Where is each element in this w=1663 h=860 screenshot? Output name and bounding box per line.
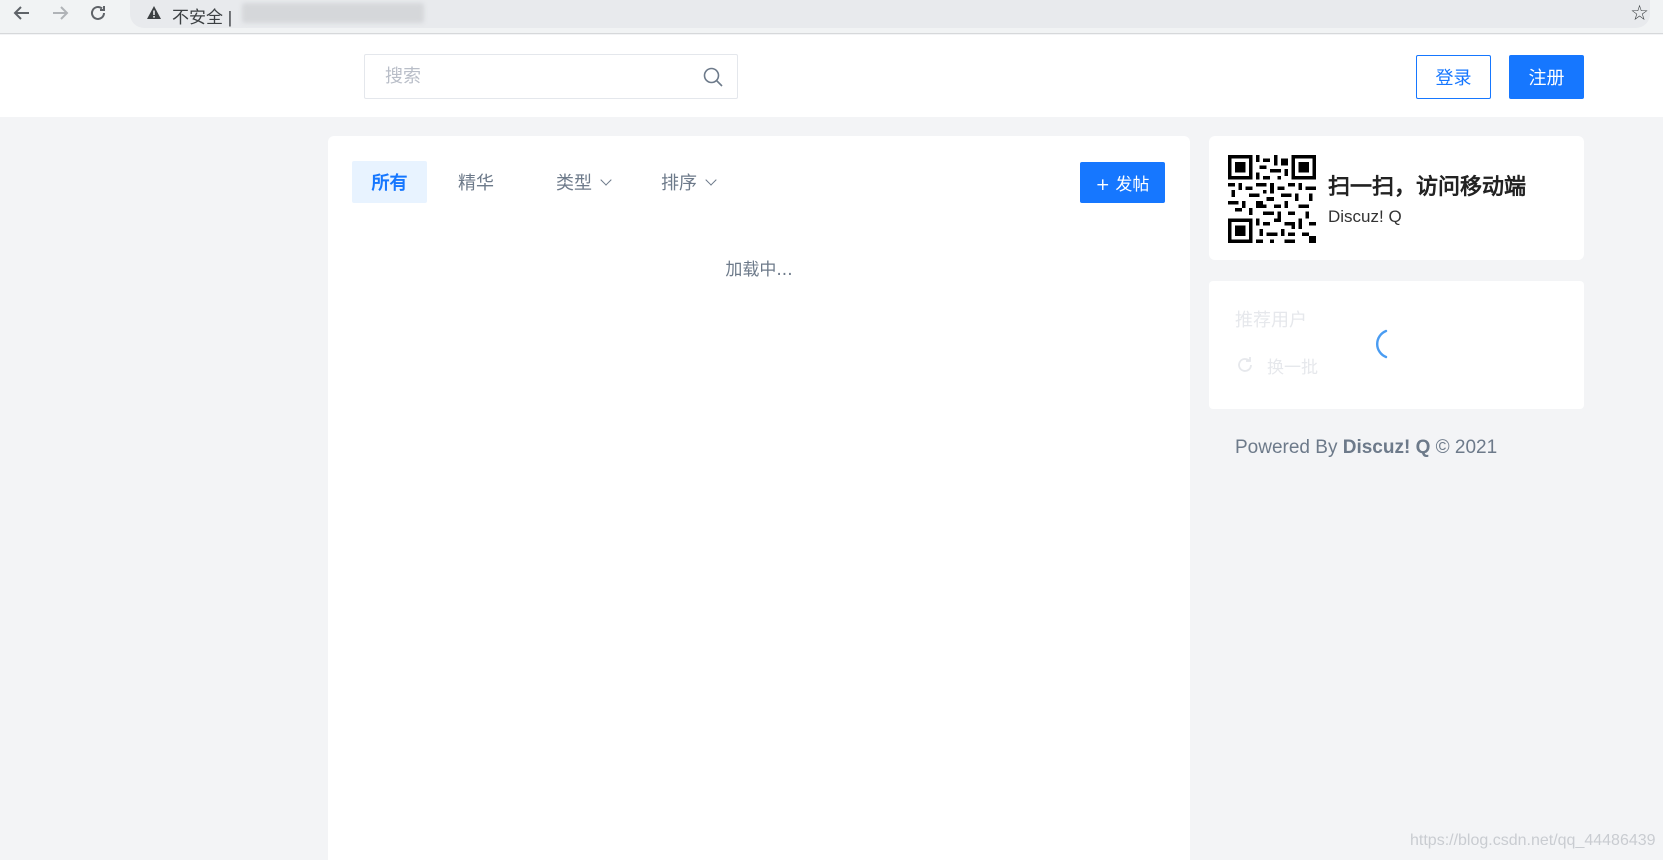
qr-code-icon bbox=[1228, 155, 1316, 243]
qr-title: 扫一扫，访问移动端 bbox=[1328, 175, 1527, 200]
back-icon[interactable] bbox=[9, 0, 35, 26]
register-button[interactable]: 注册 bbox=[1509, 55, 1584, 99]
recommended-title: 推荐用户 bbox=[1235, 310, 1307, 331]
mobile-qr-card: 扫一扫，访问移动端 Discuz! Q bbox=[1209, 136, 1584, 260]
tab-label: 类型 bbox=[556, 173, 592, 194]
search-box bbox=[364, 54, 738, 99]
chevron-down-icon bbox=[600, 173, 612, 186]
search-icon[interactable] bbox=[703, 67, 723, 87]
refresh-icon[interactable] bbox=[1235, 355, 1255, 375]
address-bar[interactable]: 不安全 | bbox=[130, 0, 1650, 28]
recommended-users-card: 推荐用户 换一批 bbox=[1209, 281, 1584, 409]
powered-by: Powered By Discuz! Q © 2021 bbox=[1235, 437, 1497, 459]
site-header: 登录 注册 bbox=[0, 35, 1663, 117]
tab-label: 所有 bbox=[371, 173, 408, 194]
refresh-button[interactable]: 换一批 bbox=[1267, 353, 1318, 378]
reload-icon[interactable] bbox=[85, 0, 111, 26]
chevron-down-icon bbox=[705, 173, 717, 186]
watermark: https://blog.csdn.net/qq_44486439 bbox=[1410, 832, 1656, 849]
new-post-button[interactable]: + 发帖 bbox=[1080, 162, 1165, 203]
tab-featured[interactable]: 精华 bbox=[438, 161, 514, 203]
loading-spinner-icon bbox=[1376, 329, 1388, 359]
security-status: 不安全 | bbox=[172, 8, 233, 27]
warning-icon[interactable] bbox=[146, 5, 162, 21]
tab-type[interactable]: 类型 bbox=[543, 161, 623, 203]
url-text-redacted bbox=[242, 3, 424, 23]
loading-text: 加载中... bbox=[725, 260, 793, 280]
thread-list-panel: 所有 精华 类型 排序 + 发帖 加载中... bbox=[328, 136, 1190, 860]
qr-subtitle: Discuz! Q bbox=[1328, 207, 1402, 226]
tab-label: 排序 bbox=[661, 173, 697, 194]
forward-icon[interactable] bbox=[47, 0, 73, 26]
tab-sort[interactable]: 排序 bbox=[648, 161, 728, 203]
search-input[interactable] bbox=[365, 55, 685, 98]
brand-link[interactable]: Discuz! Q bbox=[1343, 437, 1431, 458]
powered-prefix: Powered By bbox=[1235, 437, 1338, 458]
tab-all[interactable]: 所有 bbox=[352, 161, 427, 203]
tab-label: 精华 bbox=[458, 173, 494, 194]
star-icon[interactable]: ☆ bbox=[1630, 1, 1649, 25]
copyright: © 2021 bbox=[1435, 437, 1498, 458]
browser-toolbar: 不安全 | ☆ bbox=[0, 0, 1663, 34]
login-button[interactable]: 登录 bbox=[1416, 55, 1491, 99]
